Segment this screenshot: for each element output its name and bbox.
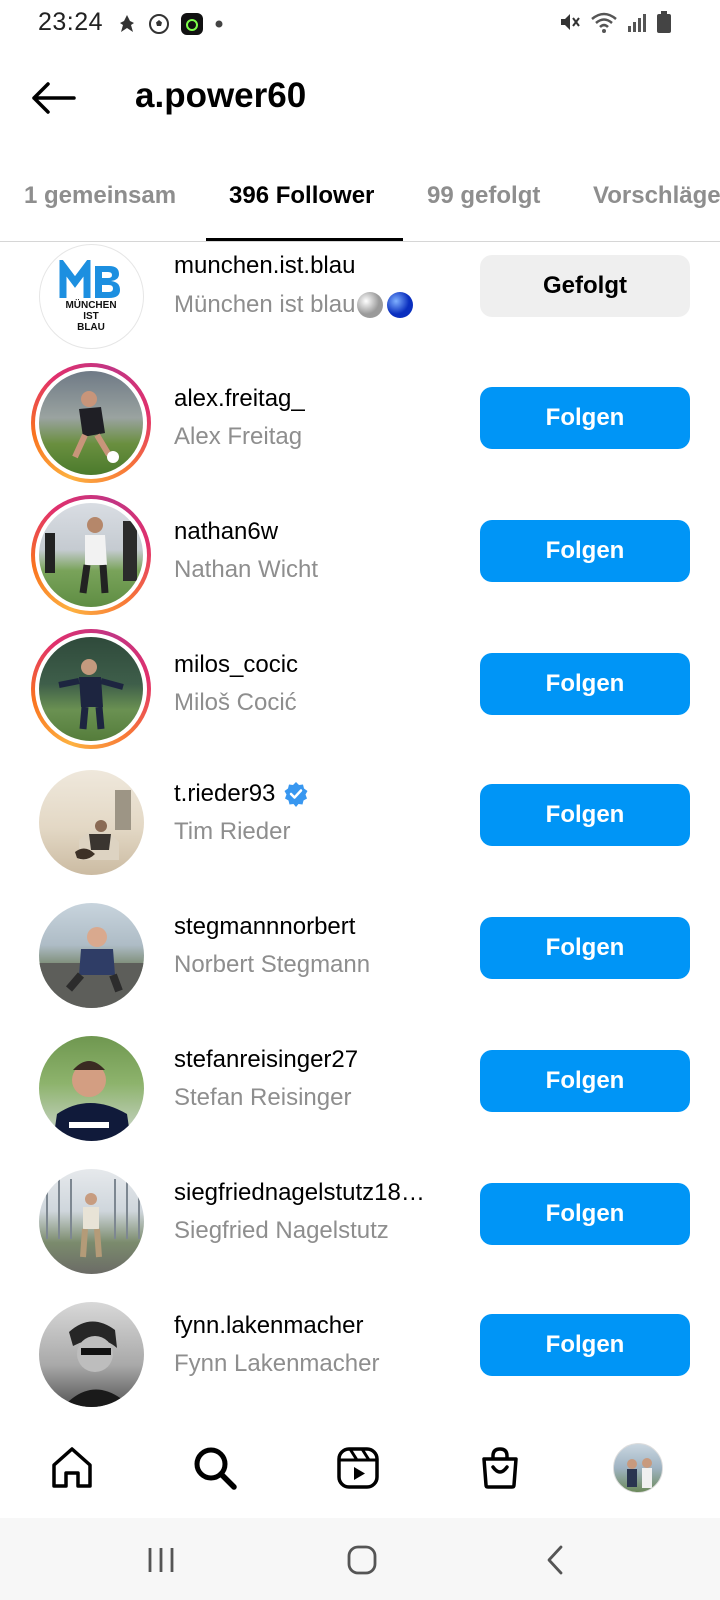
follow-tabs: 1 gemeinsam 396 Follower 99 gefolgt Vors… — [0, 170, 720, 242]
soccer-ball-icon — [149, 14, 169, 34]
avatar[interactable] — [31, 1028, 151, 1148]
profile-header: a.power60 — [0, 60, 720, 140]
avatar[interactable] — [31, 1294, 151, 1414]
avatar-photo — [62, 1320, 131, 1407]
shop-tab[interactable] — [472, 1440, 528, 1496]
avatar-photo — [72, 391, 119, 463]
bottom-navigation — [0, 1418, 720, 1518]
followers-list[interactable]: MÜNCHEN IST BLAU munchen.ist.blau Münche… — [0, 242, 720, 1417]
username[interactable]: stegmannnorbert — [174, 913, 370, 941]
list-item[interactable]: nathan6w Nathan Wicht Folgen — [0, 492, 720, 627]
white-ball-emoji-icon — [357, 292, 384, 318]
list-item[interactable]: t.rieder93 Tim Rieder Folgen — [0, 762, 720, 897]
home-square-icon — [347, 1545, 377, 1575]
list-item[interactable]: stefanreisinger27 Stefan Reisinger Folge… — [0, 1032, 720, 1167]
full-name: Fynn Lakenmacher — [174, 1350, 380, 1377]
mute-icon — [561, 14, 580, 30]
dot-icon — [215, 20, 223, 28]
recent-apps-icon — [148, 1548, 174, 1572]
full-name: München ist blau — [174, 291, 356, 318]
username[interactable]: fynn.lakenmacher — [174, 1312, 379, 1340]
profile-tab[interactable] — [610, 1440, 666, 1496]
search-icon — [194, 1447, 237, 1490]
signal-icon — [628, 14, 646, 32]
list-item[interactable]: fynn.lakenmacher Fynn Lakenmacher Folgen — [0, 1301, 720, 1417]
follow-button[interactable]: Folgen — [480, 653, 690, 715]
follow-button[interactable]: Folgen — [480, 387, 690, 449]
active-tab-indicator — [206, 238, 403, 241]
full-name: Miloš Cocić — [174, 689, 297, 716]
avatar-photo — [74, 789, 131, 860]
follow-button[interactable]: Folgen — [480, 1183, 690, 1245]
username[interactable]: stefanreisinger27 — [174, 1046, 358, 1074]
back-arrow-icon — [32, 82, 76, 114]
tab-mutual[interactable]: 1 gemeinsam — [24, 182, 176, 210]
battery-icon — [657, 11, 671, 33]
full-name: Siegfried Nagelstutz — [174, 1217, 389, 1244]
follow-button[interactable]: Folgen — [480, 917, 690, 979]
follow-button[interactable]: Folgen — [480, 1314, 690, 1376]
avatar[interactable] — [31, 895, 151, 1015]
username[interactable]: milos_cocic — [174, 651, 298, 679]
avatar[interactable] — [31, 1161, 151, 1281]
username[interactable]: alex.freitag_ — [174, 385, 305, 413]
wifi-icon — [591, 12, 617, 33]
avatar[interactable] — [31, 762, 151, 882]
list-item[interactable]: siegfriednagelstutz18… Siegfried Nagelst… — [0, 1167, 720, 1302]
follow-button[interactable]: Folgen — [480, 520, 690, 582]
tab-suggestions[interactable]: Vorschläge — [593, 182, 720, 210]
reels-icon — [337, 1447, 379, 1489]
avatar-photo — [58, 659, 124, 730]
home-tab[interactable] — [44, 1440, 100, 1496]
chevron-left-icon — [547, 1545, 563, 1575]
tab-followers[interactable]: 396 Follower — [229, 182, 374, 210]
follow-button[interactable]: Folgen — [480, 1050, 690, 1112]
avatar-photo — [45, 1178, 140, 1257]
status-time: 23:24 — [38, 8, 104, 36]
username[interactable]: munchen.ist.blau — [174, 252, 415, 280]
avatar-photo — [52, 1060, 131, 1141]
back-button[interactable] — [28, 76, 78, 120]
verified-badge-icon — [284, 782, 308, 807]
avatar-photo — [45, 517, 137, 594]
full-name: Tim Rieder — [174, 818, 291, 845]
avatar[interactable] — [31, 629, 151, 749]
reels-tab[interactable] — [330, 1440, 386, 1496]
following-button[interactable]: Gefolgt — [480, 255, 690, 317]
list-item[interactable]: alex.freitag_ Alex Freitag Folgen — [0, 357, 720, 492]
full-name: Norbert Stegmann — [174, 951, 371, 978]
status-bar: 23:24 — [0, 0, 720, 46]
search-tab[interactable] — [187, 1440, 243, 1496]
avatar[interactable] — [31, 363, 151, 483]
system-navigation — [0, 1518, 720, 1600]
home-icon — [52, 1447, 92, 1488]
username[interactable]: nathan6w — [174, 518, 318, 546]
avatar[interactable]: MÜNCHEN IST BLAU — [31, 242, 151, 356]
full-name: Alex Freitag — [174, 423, 303, 450]
blue-ball-emoji-icon — [387, 292, 414, 318]
follow-button[interactable]: Folgen — [480, 784, 690, 846]
tab-following[interactable]: 99 gefolgt — [427, 182, 540, 210]
username[interactable]: siegfriednagelstutz18… — [174, 1179, 425, 1207]
home-system-button[interactable] — [337, 1538, 387, 1582]
app-notification-icon — [181, 13, 203, 35]
page-title: a.power60 — [135, 76, 307, 115]
avatar-photo — [38, 926, 144, 1008]
recent-apps-button[interactable] — [136, 1538, 186, 1582]
back-system-button[interactable] — [530, 1538, 580, 1582]
notification-app-icon — [120, 15, 134, 32]
username[interactable]: t.rieder93 — [174, 780, 275, 808]
list-item[interactable]: milos_cocic Miloš Cocić Folgen — [0, 627, 720, 762]
avatar[interactable] — [31, 495, 151, 615]
list-item[interactable]: MÜNCHEN IST BLAU munchen.ist.blau Münche… — [0, 242, 720, 367]
mb-logo-icon — [59, 259, 120, 298]
shop-icon — [482, 1447, 518, 1489]
profile-avatar — [613, 1443, 663, 1493]
full-name: Nathan Wicht — [174, 556, 319, 583]
list-item[interactable]: stegmannnorbert Norbert Stegmann Folgen — [0, 897, 720, 1032]
full-name: Stefan Reisinger — [174, 1084, 352, 1111]
